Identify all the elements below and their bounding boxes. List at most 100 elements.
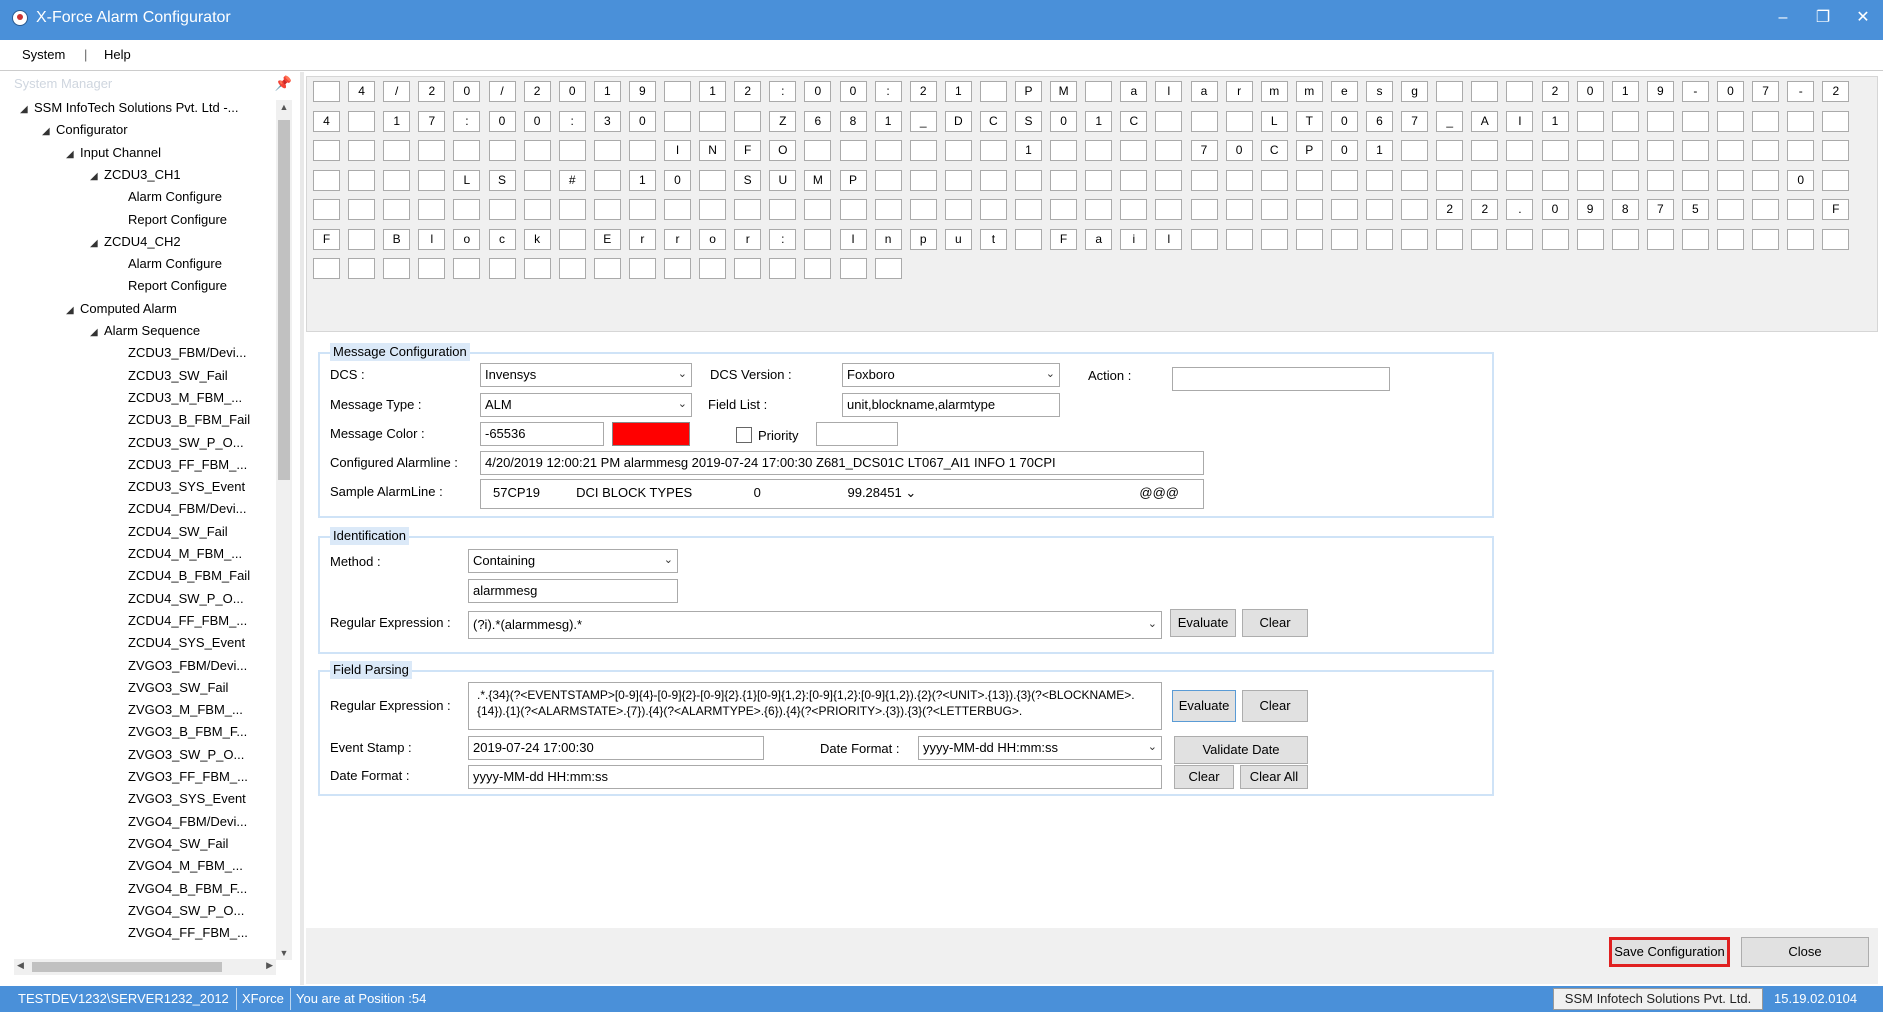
char-cell[interactable] [1646, 110, 1674, 132]
char-cell[interactable] [523, 199, 551, 220]
char-cell[interactable] [1822, 169, 1850, 191]
char-cell[interactable]: 5 [1681, 199, 1709, 220]
char-cell[interactable] [1506, 228, 1534, 250]
char-cell[interactable]: i [1120, 228, 1148, 250]
char-cell[interactable] [1717, 199, 1744, 220]
char-cell[interactable] [699, 169, 727, 191]
identification-regex-select[interactable]: (?i).*(alarmmesg).* ⌄ [468, 611, 1162, 639]
char-cell[interactable]: S [734, 169, 762, 191]
char-cell[interactable] [874, 258, 902, 279]
char-cell[interactable]: 4 [348, 81, 376, 102]
char-cell[interactable]: P [1295, 140, 1323, 161]
char-cell[interactable]: l [1155, 228, 1183, 250]
char-cell[interactable] [1401, 169, 1429, 191]
identification-evaluate-button[interactable]: Evaluate [1170, 609, 1236, 637]
close-window-button[interactable]: ✕ [1843, 4, 1883, 32]
char-cell[interactable] [839, 258, 867, 279]
char-cell[interactable] [418, 140, 446, 161]
char-cell[interactable] [1717, 110, 1744, 132]
char-cell[interactable] [979, 140, 1007, 161]
char-cell[interactable]: s [1366, 81, 1393, 102]
tree-node[interactable]: ZVGO4_SYS_Event [114, 947, 246, 950]
char-cell[interactable] [979, 199, 1007, 220]
char-cell[interactable] [1576, 228, 1604, 250]
char-cell[interactable] [628, 258, 656, 279]
char-cell[interactable] [1225, 199, 1253, 220]
char-cell[interactable] [523, 169, 551, 191]
tree-node[interactable]: ZVGO3_SYS_Event [114, 791, 246, 807]
tree-node[interactable]: Report Configure [114, 212, 227, 228]
char-cell[interactable] [1190, 199, 1218, 220]
char-cell[interactable] [593, 258, 621, 279]
char-cell[interactable] [488, 199, 516, 220]
char-cell[interactable] [453, 140, 481, 161]
collapse-arrow-icon[interactable]: ◢ [90, 325, 104, 341]
char-cell[interactable]: 0 [453, 81, 481, 102]
char-cell[interactable] [488, 258, 516, 279]
char-cell[interactable]: 6 [1366, 110, 1393, 132]
char-cell[interactable]: M [804, 169, 832, 191]
char-cell[interactable] [1330, 169, 1358, 191]
char-cell[interactable] [1787, 199, 1815, 220]
char-cell[interactable] [1541, 140, 1569, 161]
tree-node[interactable]: ◢ Input Channel [66, 145, 161, 163]
char-cell[interactable]: S [1015, 110, 1042, 132]
close-button[interactable]: Close [1741, 937, 1869, 967]
tree-node[interactable]: ZVGO4_B_FBM_F... [114, 881, 247, 897]
char-cell[interactable]: 0 [804, 81, 832, 102]
char-cell[interactable] [453, 199, 481, 220]
char-cell[interactable]: 1 [1085, 110, 1113, 132]
char-cell[interactable]: D [944, 110, 972, 132]
char-cell[interactable]: N [699, 140, 727, 161]
char-cell[interactable] [1225, 110, 1253, 132]
char-cell[interactable] [1190, 169, 1218, 191]
priority-checkbox[interactable] [736, 427, 752, 443]
tree-node[interactable]: ◢ Configurator [42, 122, 128, 140]
char-cell[interactable] [1611, 169, 1639, 191]
char-cell[interactable] [313, 199, 340, 220]
char-cell[interactable]: 0 [1050, 110, 1078, 132]
char-cell[interactable]: k [523, 228, 551, 250]
char-cell[interactable]: 1 [1015, 140, 1042, 161]
char-cell[interactable] [1646, 228, 1674, 250]
tree-node[interactable]: Report Configure [114, 278, 227, 294]
panel-splitter[interactable] [300, 72, 304, 985]
char-cell[interactable] [1646, 169, 1674, 191]
tree-node[interactable]: ZCDU3_SW_P_O... [114, 435, 244, 451]
tree-node[interactable]: ZCDU3_FF_FBM_... [114, 457, 247, 473]
char-cell[interactable] [1260, 199, 1288, 220]
char-cell[interactable]: . [1506, 199, 1534, 220]
char-cell[interactable]: L [1260, 110, 1288, 132]
collapse-arrow-icon[interactable]: ◢ [66, 303, 80, 319]
message-type-select[interactable]: ALM ⌄ [480, 393, 692, 417]
char-cell[interactable] [1787, 228, 1815, 250]
char-cell[interactable] [1822, 140, 1850, 161]
field-list-input[interactable]: unit,blockname,alarmtype [842, 393, 1060, 417]
char-cell[interactable]: 0 [839, 81, 867, 102]
tree-node[interactable]: ZVGO3_B_FBM_F... [114, 724, 247, 740]
char-cell[interactable]: 0 [1330, 140, 1358, 161]
char-cell[interactable]: a [1190, 81, 1218, 102]
char-cell[interactable] [699, 258, 727, 279]
char-cell[interactable] [979, 81, 1007, 102]
configured-alarmline-field[interactable]: 4/20/2019 12:00:21 PM alarmmesg 2019-07-… [480, 451, 1204, 475]
tree-node[interactable]: ZCDU3_B_FBM_Fail [114, 412, 250, 428]
pin-icon[interactable]: 📌 [275, 75, 292, 92]
char-cell[interactable]: S [488, 169, 516, 191]
char-cell[interactable]: 0 [1717, 81, 1744, 102]
char-cell[interactable] [1752, 140, 1780, 161]
char-cell[interactable]: r [664, 228, 691, 250]
tree-node[interactable]: Alarm Configure [114, 256, 222, 272]
char-cell[interactable]: L [453, 169, 481, 191]
char-cell[interactable]: B [383, 228, 411, 250]
char-cell[interactable] [734, 258, 762, 279]
char-cell[interactable] [874, 199, 902, 220]
char-cell[interactable]: I [1506, 110, 1534, 132]
tree-node[interactable]: ZVGO3_FF_FBM_... [114, 769, 248, 785]
char-cell[interactable]: l [418, 228, 446, 250]
char-cell[interactable]: 0 [1576, 81, 1604, 102]
char-cell[interactable] [383, 258, 411, 279]
char-cell[interactable] [1717, 169, 1744, 191]
tree-node[interactable]: ZCDU3_M_FBM_... [114, 390, 242, 406]
char-cell[interactable] [1330, 199, 1358, 220]
